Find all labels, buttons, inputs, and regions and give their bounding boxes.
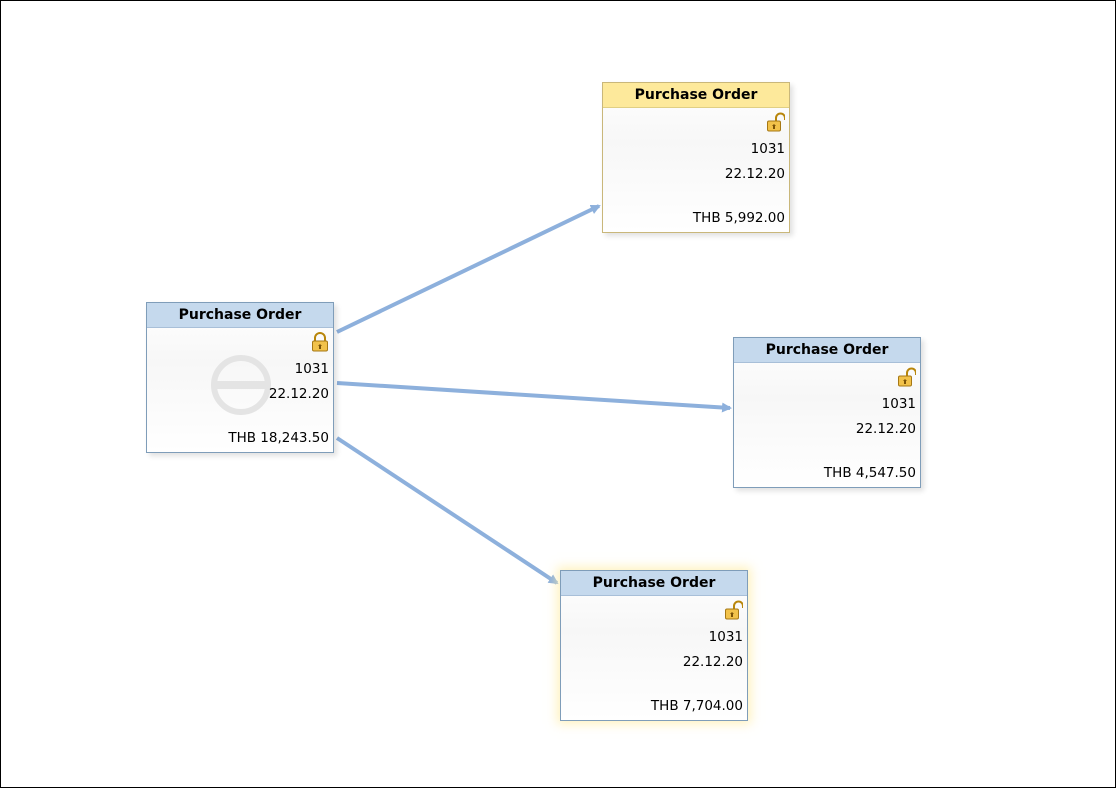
node-date: 22.12.20 [724,166,785,182]
node-date: 22.12.20 [682,654,743,670]
purchase-order-node-child2[interactable]: Purchase Order 1031 22.12.20 THB 4,547.5… [733,337,921,488]
node-number: 1031 [294,361,329,377]
node-amount: THB 18,243.50 [228,430,329,446]
edge-root-child2 [336,381,732,413]
node-amount: THB 7,704.00 [650,698,743,714]
node-date: 22.12.20 [855,421,916,437]
unlocked-padlock-icon [725,600,743,620]
locked-padlock-icon [312,332,328,352]
edge-root-child3 [335,436,559,585]
purchase-order-node-root[interactable]: Purchase Order 1031 22.12.20 THB 18,243.… [146,302,334,453]
unlocked-padlock-icon [898,367,916,387]
node-number: 1031 [750,141,785,157]
node-date: 22.12.20 [268,386,329,402]
node-title: Purchase Order [561,571,747,596]
node-amount: THB 4,547.50 [823,465,916,481]
node-number: 1031 [881,396,916,412]
node-title: Purchase Order [734,338,920,363]
document-flow-canvas: Purchase Order 1031 22.12.20 THB 18,243.… [0,0,1116,788]
unlocked-padlock-icon [767,112,785,132]
node-amount: THB 5,992.00 [692,210,785,226]
purchase-order-node-child1[interactable]: Purchase Order 1031 22.12.20 THB 5,992.0… [602,82,790,233]
node-title: Purchase Order [147,303,333,328]
purchase-order-node-child3[interactable]: Purchase Order 1031 22.12.20 THB 7,704.0… [560,570,748,721]
blocked-circle-icon [211,355,271,415]
edge-root-child1 [336,204,601,334]
node-number: 1031 [708,629,743,645]
node-title: Purchase Order [603,83,789,108]
